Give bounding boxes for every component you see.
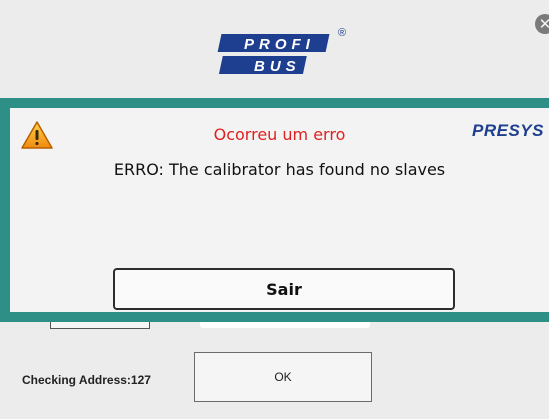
checking-address-label: Checking Address:127 [22, 373, 151, 387]
error-dialog-body: Ocorreu um erro PRESYS ERRO: The calibra… [10, 108, 549, 312]
logo-registered-mark: ® [338, 27, 346, 39]
ok-button[interactable]: OK [194, 352, 372, 402]
error-message: ERRO: The calibrator has found no slaves [113, 160, 446, 179]
close-icon[interactable]: ✕ [535, 14, 549, 34]
logo-line2: BUS [254, 58, 301, 75]
profibus-logo: PROFI BUS ® [217, 27, 346, 75]
error-dialog: Ocorreu um erro PRESYS ERRO: The calibra… [0, 98, 549, 322]
exit-button[interactable]: Sair [113, 268, 455, 310]
dialog-title: Ocorreu um erro [213, 125, 346, 144]
app-window: ✕ PROFI BUS ® Checking Address:127 OK Oc… [0, 0, 549, 419]
brand-logo: PRESYS [472, 121, 544, 140]
logo-line1: PROFI [244, 36, 315, 53]
